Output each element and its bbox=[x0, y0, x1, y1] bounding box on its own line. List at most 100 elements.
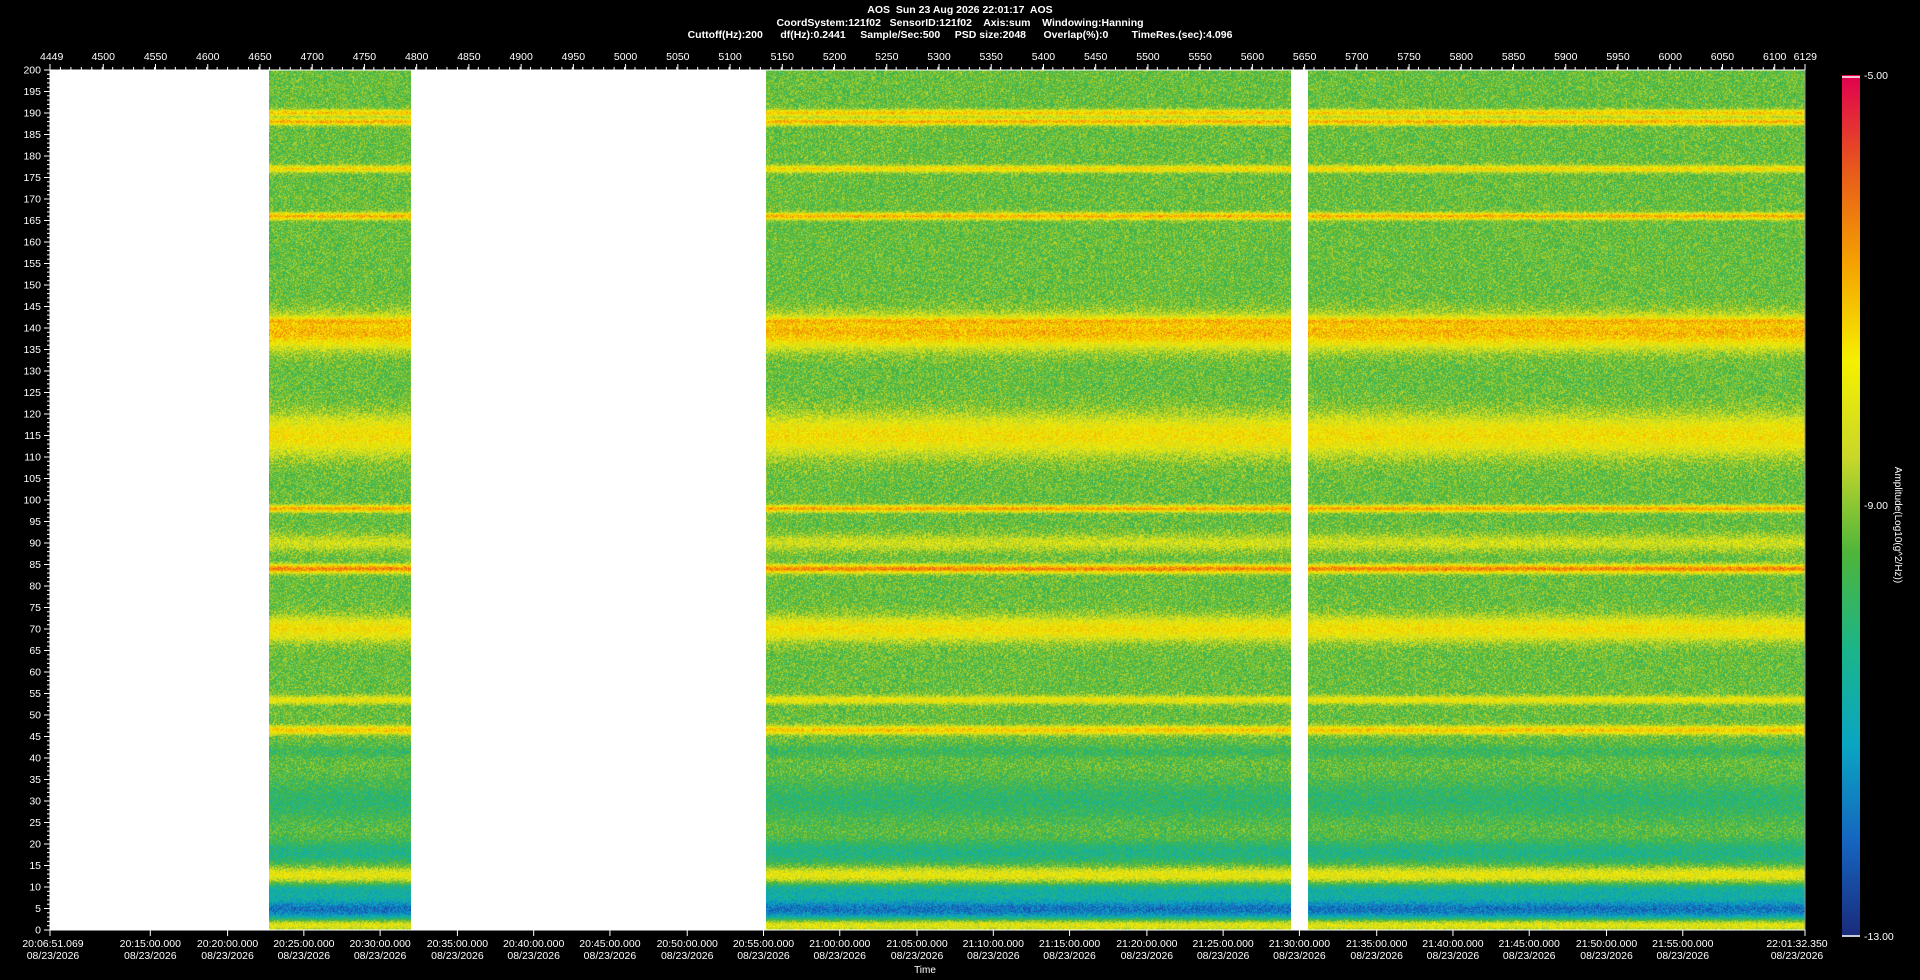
frequency-tick-label: 20 bbox=[29, 839, 41, 851]
time-tick-date-label: 08/23/2026 bbox=[124, 950, 177, 962]
frequency-tick-label: 170 bbox=[23, 194, 41, 206]
top-axis-tick-label: 5000 bbox=[614, 51, 638, 63]
colorbar-label: Amplitude(Log10(g^2/Hz)) bbox=[1892, 467, 1903, 583]
top-axis-tick-label: 5200 bbox=[823, 51, 847, 63]
time-tick-date-label: 08/23/2026 bbox=[1503, 950, 1556, 962]
top-axis-tick-label: 6129 bbox=[1794, 51, 1818, 63]
time-tick-label: 21:40:00.000 bbox=[1422, 938, 1483, 950]
frequency-tick-label: 125 bbox=[23, 387, 41, 399]
top-axis-tick-label: 5450 bbox=[1084, 51, 1108, 63]
time-tick-label: 22:01:32.350 bbox=[1766, 938, 1827, 950]
top-axis-tick-label: 4500 bbox=[92, 51, 116, 63]
frequency-tick-label: 160 bbox=[23, 237, 41, 249]
top-axis-tick-label: 5100 bbox=[718, 51, 742, 63]
colorbar-tick-label: -9.00 bbox=[1864, 500, 1888, 512]
x-axis-label: Time bbox=[914, 965, 936, 976]
top-axis-tick-label: 4449 bbox=[40, 51, 64, 63]
time-tick-date-label: 08/23/2026 bbox=[1121, 950, 1174, 962]
time-tick-date-label: 08/23/2026 bbox=[1580, 950, 1633, 962]
time-tick-label: 20:55:00.000 bbox=[733, 938, 794, 950]
frequency-tick-label: 25 bbox=[29, 817, 41, 829]
time-tick-date-label: 08/23/2026 bbox=[1273, 950, 1326, 962]
time-tick-label: 20:45:00.000 bbox=[579, 938, 640, 950]
time-tick-date-label: 08/23/2026 bbox=[431, 950, 484, 962]
frequency-tick-label: 145 bbox=[23, 301, 41, 313]
top-axis-tick-label: 5500 bbox=[1136, 51, 1160, 63]
time-tick-label: 21:20:00.000 bbox=[1116, 938, 1177, 950]
time-axis: 20:06:51.06908/23/202620:15:00.00008/23/… bbox=[22, 929, 1828, 962]
frequency-tick-label: 135 bbox=[23, 344, 41, 356]
top-axis-tick-label: 5650 bbox=[1293, 51, 1317, 63]
top-axis-tick-label: 5850 bbox=[1502, 51, 1526, 63]
colorbar-tick-label: -13.00 bbox=[1864, 931, 1894, 943]
time-tick-label: 20:25:00.000 bbox=[273, 938, 334, 950]
frequency-tick-label: 150 bbox=[23, 280, 41, 292]
time-tick-date-label: 08/23/2026 bbox=[278, 950, 331, 962]
frequency-tick-label: 105 bbox=[23, 473, 41, 485]
frequency-tick-label: 190 bbox=[23, 108, 41, 120]
time-tick-date-label: 08/23/2026 bbox=[507, 950, 560, 962]
frequency-tick-label: 15 bbox=[29, 860, 41, 872]
frequency-tick-label: 165 bbox=[23, 215, 41, 227]
top-axis-tick-label: 5400 bbox=[1032, 51, 1056, 63]
time-tick-date-label: 08/23/2026 bbox=[1197, 950, 1250, 962]
frequency-tick-label: 65 bbox=[29, 645, 41, 657]
top-axis-tick-label: 5900 bbox=[1554, 51, 1578, 63]
time-tick-label: 21:50:00.000 bbox=[1576, 938, 1637, 950]
colorbar-ramp bbox=[1842, 75, 1860, 937]
time-tick-date-label: 08/23/2026 bbox=[1656, 950, 1709, 962]
frequency-tick-label: 130 bbox=[23, 366, 41, 378]
time-tick-label: 20:20:00.000 bbox=[197, 938, 258, 950]
top-axis-tick-label: 4950 bbox=[562, 51, 586, 63]
frequency-tick-label: 120 bbox=[23, 409, 41, 421]
time-tick-label: 21:05:00.000 bbox=[886, 938, 947, 950]
top-axis: 4449 4500 4550 4600 4650 4700 4750 4800 4850 4900… bbox=[40, 51, 1818, 71]
top-axis-tick-label: 5800 bbox=[1450, 51, 1474, 63]
top-axis-tick-label: 5250 bbox=[875, 51, 899, 63]
time-tick-label: 20:40:00.000 bbox=[503, 938, 564, 950]
time-tick-date-label: 08/23/2026 bbox=[584, 950, 637, 962]
time-tick-date-label: 08/23/2026 bbox=[1771, 950, 1824, 962]
frequency-tick-label: 0 bbox=[35, 925, 41, 937]
time-tick-date-label: 08/23/2026 bbox=[737, 950, 790, 962]
top-axis-tick-label: 5050 bbox=[666, 51, 690, 63]
frequency-tick-label: 10 bbox=[29, 882, 41, 894]
top-axis-tick-label: 5350 bbox=[980, 51, 1004, 63]
top-axis-tick-label: 5300 bbox=[927, 51, 951, 63]
time-tick-label: 21:35:00.000 bbox=[1346, 938, 1407, 950]
colorbar-tick-label: -5.00 bbox=[1864, 70, 1888, 82]
spectrogram-segment-1 bbox=[269, 70, 411, 930]
frequency-tick-label: 45 bbox=[29, 731, 41, 743]
top-axis-tick-label: 4900 bbox=[509, 51, 533, 63]
time-tick-date-label: 08/23/2026 bbox=[1427, 950, 1480, 962]
time-tick-date-label: 08/23/2026 bbox=[1350, 950, 1403, 962]
time-tick-date-label: 08/23/2026 bbox=[354, 950, 407, 962]
top-axis-tick-label: 4550 bbox=[144, 51, 168, 63]
frequency-tick-label: 180 bbox=[23, 151, 41, 163]
top-axis-tick-label: 4750 bbox=[353, 51, 377, 63]
top-axis-tick-label: 4700 bbox=[301, 51, 325, 63]
top-axis-tick-label: 6050 bbox=[1711, 51, 1735, 63]
frequency-tick-label: 185 bbox=[23, 129, 41, 141]
frequency-tick-label: 200 bbox=[23, 65, 41, 77]
top-axis-tick-label: 5150 bbox=[771, 51, 795, 63]
time-tick-label: 20:35:00.000 bbox=[427, 938, 488, 950]
spectrogram-segment-3 bbox=[1308, 70, 1805, 930]
frequency-tick-label: 110 bbox=[24, 452, 41, 464]
frequency-tick-label: 50 bbox=[29, 710, 41, 722]
top-axis-tick-label: 4600 bbox=[196, 51, 220, 63]
frequency-tick-label: 35 bbox=[29, 774, 41, 786]
time-tick-date-label: 08/23/2026 bbox=[967, 950, 1020, 962]
top-axis-tick-label: 5600 bbox=[1241, 51, 1265, 63]
frequency-tick-label: 75 bbox=[29, 602, 41, 614]
frequency-tick-label: 115 bbox=[24, 430, 41, 442]
frequency-tick-label: 85 bbox=[29, 559, 41, 571]
spectrogram-segment-2 bbox=[766, 70, 1291, 930]
time-tick-label: 21:10:00.000 bbox=[963, 938, 1024, 950]
frequency-tick-label: 60 bbox=[29, 667, 41, 679]
time-tick-date-label: 08/23/2026 bbox=[813, 950, 866, 962]
time-tick-label: 20:06:51.069 bbox=[22, 938, 83, 950]
frequency-tick-label: 140 bbox=[23, 323, 41, 335]
frequency-tick-label: 30 bbox=[29, 796, 41, 808]
time-tick-label: 21:45:00.000 bbox=[1499, 938, 1560, 950]
